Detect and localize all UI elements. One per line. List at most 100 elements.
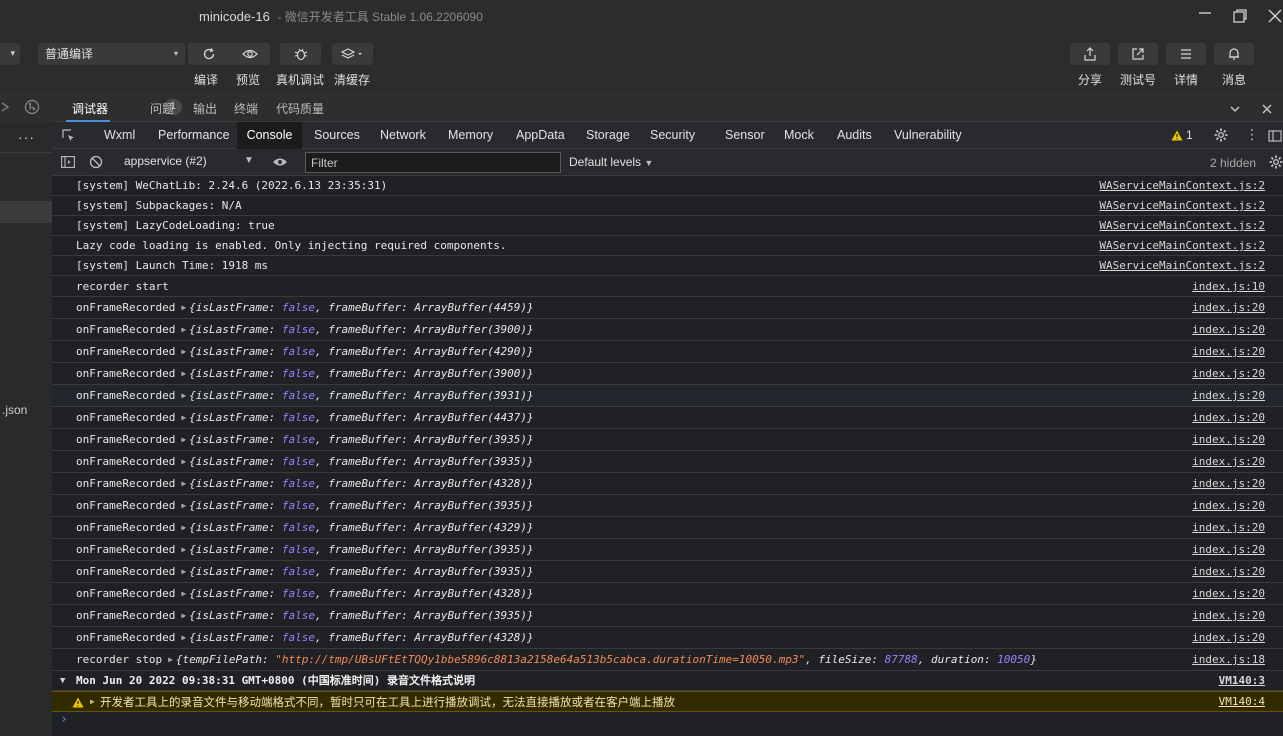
tab-issues[interactable]: 问题 — [150, 100, 174, 117]
log-levels-select[interactable]: Default levels ▼ — [569, 155, 653, 169]
clear-cache-button[interactable] — [332, 43, 373, 65]
log-source-link[interactable]: VM140:3 — [1219, 671, 1265, 691]
log-source-link[interactable]: index.js:20 — [1192, 297, 1265, 319]
live-expression-eye-icon[interactable] — [272, 156, 288, 168]
panel-tab-security[interactable]: Security — [650, 122, 695, 149]
log-source-link[interactable]: index.js:20 — [1192, 561, 1265, 583]
log-row-frame-recorded[interactable]: onFrameRecorded ▶ {isLastFrame: false, fra… — [52, 539, 1283, 561]
log-row-frame-recorded[interactable]: onFrameRecorded ▶ {isLastFrame: false, fra… — [52, 451, 1283, 473]
panel-tab-audits[interactable]: Audits — [837, 122, 872, 149]
expand-triangle-icon[interactable]: ▶ — [181, 429, 186, 451]
group-expanded-triangle-icon[interactable]: ▼ — [60, 671, 65, 691]
log-source-link[interactable]: index.js:20 — [1192, 605, 1265, 627]
close-panel-icon[interactable] — [1261, 103, 1273, 115]
panel-tab-memory[interactable]: Memory — [448, 122, 493, 149]
log-row-frame-recorded[interactable]: onFrameRecorded ▶ {isLastFrame: false, fra… — [52, 319, 1283, 341]
log-source-link[interactable]: index.js:20 — [1192, 539, 1265, 561]
log-group-header[interactable]: ▼ Mon Jun 20 2022 09:38:31 GMT+0800 (中国标… — [52, 671, 1283, 691]
details-button[interactable] — [1166, 43, 1206, 65]
panel-tab-vulnerability[interactable]: Vulnerability — [894, 122, 962, 149]
expand-triangle-icon[interactable]: ▶ — [181, 451, 186, 473]
log-source-link[interactable]: WAServiceMainContext.js:2 — [1099, 236, 1265, 256]
inspect-element-icon[interactable] — [62, 129, 76, 143]
log-source-link[interactable]: VM140:4 — [1219, 692, 1265, 712]
log-row[interactable]: [system] Launch Time: 1918 ms WAServiceM… — [52, 256, 1283, 276]
tab-terminal[interactable]: 终端 — [234, 100, 258, 117]
log-row[interactable]: Lazy code loading is enabled. Only injec… — [52, 236, 1283, 256]
log-row-frame-recorded[interactable]: onFrameRecorded ▶ {isLastFrame: false, fra… — [52, 363, 1283, 385]
log-source-link[interactable]: WAServiceMainContext.js:2 — [1099, 256, 1265, 276]
share-button[interactable] — [1070, 43, 1110, 65]
expand-triangle-icon[interactable]: ▶ — [181, 385, 186, 407]
log-source-link[interactable]: index.js:20 — [1192, 319, 1265, 341]
expand-triangle-icon[interactable]: ▶ — [181, 363, 186, 385]
log-row-frame-recorded[interactable]: onFrameRecorded ▶ {isLastFrame: false, fra… — [52, 473, 1283, 495]
file-name-fragment[interactable]: .json — [2, 403, 27, 417]
expand-triangle-icon[interactable]: ▶ — [181, 605, 186, 627]
selected-file-row[interactable] — [0, 201, 52, 223]
log-row-frame-recorded[interactable]: onFrameRecorded ▶ {isLastFrame: false, fra… — [52, 297, 1283, 319]
compile-button[interactable] — [188, 43, 229, 65]
warning-count[interactable]: 1 — [1186, 128, 1193, 142]
panel-tab-storage[interactable]: Storage — [586, 122, 630, 149]
log-row-frame-recorded[interactable]: onFrameRecorded ▶ {isLastFrame: false, fra… — [52, 429, 1283, 451]
panel-tab-network[interactable]: Network — [380, 122, 426, 149]
expand-triangle-icon[interactable]: ▶ — [90, 692, 95, 712]
log-source-link[interactable]: WAServiceMainContext.js:2 — [1099, 176, 1265, 196]
log-row-frame-recorded[interactable]: onFrameRecorded ▶ {isLastFrame: false, fra… — [52, 341, 1283, 363]
context-select[interactable]: appservice (#2) — [124, 154, 207, 168]
expand-triangle-icon[interactable]: ▶ — [181, 319, 186, 341]
panel-tab-sources[interactable]: Sources — [314, 122, 360, 149]
log-row-frame-recorded[interactable]: onFrameRecorded ▶ {isLastFrame: false, fra… — [52, 561, 1283, 583]
log-source-link[interactable]: index.js:18 — [1192, 649, 1265, 671]
log-row-frame-recorded[interactable]: onFrameRecorded ▶ {isLastFrame: false, fra… — [52, 627, 1283, 649]
settings-gear-icon[interactable] — [1213, 127, 1229, 143]
log-row-frame-recorded[interactable]: onFrameRecorded ▶ {isLastFrame: false, fra… — [52, 407, 1283, 429]
log-row[interactable]: [system] WeChatLib: 2.24.6 (2022.6.13 23… — [52, 176, 1283, 196]
expand-triangle-icon[interactable]: ▶ — [181, 517, 186, 539]
panel-tab-wxml[interactable]: Wxml — [104, 122, 135, 149]
log-source-link[interactable]: index.js:20 — [1192, 451, 1265, 473]
close-window-icon[interactable] — [1262, 4, 1283, 28]
log-source-link[interactable]: index.js:20 — [1192, 473, 1265, 495]
expand-triangle-icon[interactable]: ▶ — [181, 561, 186, 583]
log-row[interactable]: recorder start index.js:10 — [52, 276, 1283, 297]
panel-tab-sensor[interactable]: Sensor — [725, 122, 765, 149]
simulator-select-stub[interactable]: ▾ — [0, 43, 20, 65]
minimize-icon[interactable] — [1192, 4, 1218, 28]
log-source-link[interactable]: index.js:20 — [1192, 627, 1265, 649]
panel-tab-mock[interactable]: Mock — [784, 122, 814, 149]
log-source-link[interactable]: index.js:20 — [1192, 407, 1265, 429]
log-source-link[interactable]: index.js:20 — [1192, 363, 1265, 385]
expand-triangle-icon[interactable]: ▶ — [181, 539, 186, 561]
panel-tab-appdata[interactable]: AppData — [516, 122, 565, 149]
log-row-frame-recorded[interactable]: onFrameRecorded ▶ {isLastFrame: false, fra… — [52, 605, 1283, 627]
console-prompt[interactable]: › — [60, 712, 68, 727]
log-source-link[interactable]: index.js:20 — [1192, 517, 1265, 539]
log-source-link[interactable]: index.js:20 — [1192, 495, 1265, 517]
clear-console-icon[interactable] — [89, 155, 103, 169]
kebab-menu-icon[interactable]: ⋮ — [1245, 126, 1259, 142]
preview-button[interactable] — [229, 43, 270, 65]
collapse-chevron-icon[interactable] — [1229, 103, 1241, 115]
log-source-link[interactable]: WAServiceMainContext.js:2 — [1099, 196, 1265, 216]
compile-mode-select[interactable]: 普通编译 ▾ — [38, 43, 185, 65]
console-settings-gear-icon[interactable] — [1268, 154, 1283, 170]
log-source-link[interactable]: WAServiceMainContext.js:2 — [1099, 216, 1265, 236]
expand-triangle-icon[interactable]: ▶ — [181, 473, 186, 495]
tab-code-quality[interactable]: 代码质量 — [276, 100, 324, 117]
log-row-frame-recorded[interactable]: onFrameRecorded ▶ {isLastFrame: false, fra… — [52, 385, 1283, 407]
messages-button[interactable] — [1214, 43, 1254, 65]
filter-input[interactable] — [305, 152, 561, 173]
remote-debug-button[interactable] — [280, 43, 321, 65]
log-row-frame-recorded[interactable]: onFrameRecorded ▶ {isLastFrame: false, fra… — [52, 495, 1283, 517]
expand-triangle-icon[interactable]: ▶ — [181, 407, 186, 429]
restore-icon[interactable] — [1227, 4, 1253, 28]
log-row-frame-recorded[interactable]: onFrameRecorded ▶ {isLastFrame: false, fra… — [52, 517, 1283, 539]
log-row-warning[interactable]: ▶ 开发者工具上的录音文件与移动端格式不同，暂时只可在工具上进行播放调试，无法直… — [52, 691, 1283, 712]
more-options-icon[interactable]: ··· — [18, 129, 35, 145]
expand-triangle-icon[interactable]: ▶ — [168, 649, 173, 671]
log-row[interactable]: [system] LazyCodeLoading: true WAService… — [52, 216, 1283, 236]
expand-triangle-icon[interactable]: ▶ — [181, 627, 186, 649]
log-source-link[interactable]: index.js:10 — [1192, 276, 1265, 297]
